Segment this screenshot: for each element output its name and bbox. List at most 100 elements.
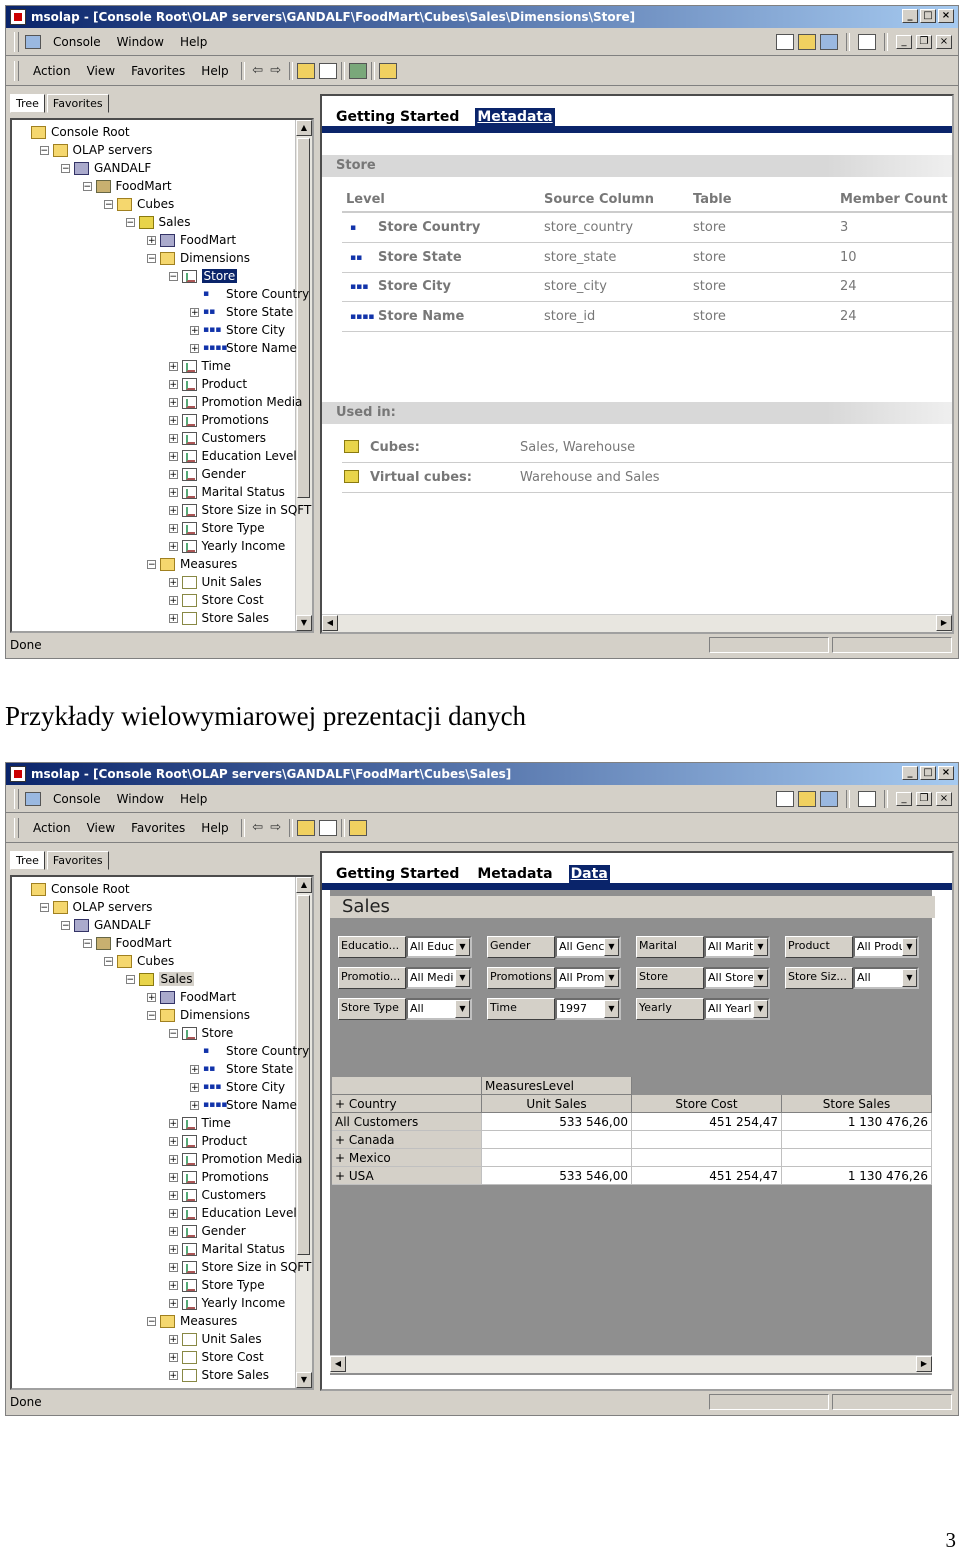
forward-arrow-icon[interactable]: ⇨ (267, 820, 285, 835)
tree-node[interactable]: + Store Sales (168, 609, 269, 627)
tree-node[interactable]: + Promotions (168, 1168, 269, 1186)
save-disk-icon[interactable] (820, 34, 838, 50)
scroll-up-button[interactable]: ▲ (296, 120, 312, 136)
expand-icon[interactable]: + (168, 577, 178, 587)
expand-icon[interactable]: + (168, 505, 178, 515)
expand-icon[interactable]: + (190, 343, 199, 353)
tree-node[interactable]: − Measures (147, 555, 237, 573)
menu-view[interactable]: View (79, 821, 123, 835)
tree-node[interactable]: − Cubes (104, 952, 174, 970)
expand-icon[interactable]: + (190, 1064, 199, 1074)
filter-dropdown[interactable]: All Produ ▼ (853, 936, 919, 958)
title-bar[interactable]: msolap - [Console Root\OLAP servers\GAND… (6, 763, 958, 785)
expand-icon[interactable]: + (168, 1136, 178, 1146)
tree-node[interactable]: + Store Type (168, 1276, 265, 1294)
tree-node[interactable]: + Store Cost (168, 1348, 264, 1366)
tree-node[interactable]: + Promotion Media (168, 393, 302, 411)
expand-icon[interactable]: + (168, 1208, 178, 1218)
tree-node[interactable]: − FoodMart (82, 934, 172, 952)
expand-icon[interactable]: + (168, 361, 178, 371)
tab-tree[interactable]: Tree (10, 851, 45, 870)
pivot-horizontal-scrollbar[interactable]: ◀ ▶ (330, 1355, 932, 1373)
expand-icon[interactable]: + (168, 451, 178, 461)
dropdown-arrow-icon[interactable]: ▼ (902, 938, 917, 956)
expand-icon[interactable]: + (168, 1298, 178, 1308)
minimize-button[interactable]: _ (902, 766, 918, 780)
tree-node[interactable]: − Dimensions (147, 1006, 250, 1024)
back-arrow-icon[interactable]: ⇦ (249, 820, 267, 835)
dropdown-arrow-icon[interactable]: ▼ (604, 938, 619, 956)
new-document-icon[interactable] (776, 34, 794, 50)
tree-node[interactable]: + ▪▪ Store State (190, 303, 293, 321)
dropdown-arrow-icon[interactable]: ▼ (604, 969, 619, 987)
dropdown-arrow-icon[interactable]: ▼ (455, 1000, 470, 1018)
tree-vertical-scrollbar[interactable]: ▲ ▼ (295, 120, 312, 631)
collapse-icon[interactable]: − (82, 181, 92, 191)
menu-favorites[interactable]: Favorites (123, 64, 193, 78)
collapse-icon[interactable]: − (82, 938, 92, 948)
filter-label[interactable]: Store Type (338, 998, 406, 1020)
dropdown-arrow-icon[interactable]: ▼ (455, 969, 470, 987)
scroll-left-button[interactable]: ◀ (322, 615, 338, 631)
tree-node[interactable]: − Store (168, 267, 238, 285)
collapse-icon[interactable]: − (147, 253, 156, 263)
maximize-button[interactable]: □ (920, 766, 936, 780)
filter-dropdown[interactable]: 1997 ▼ (555, 998, 621, 1020)
expand-icon[interactable]: + (168, 523, 178, 533)
expand-icon[interactable]: + (168, 1352, 178, 1362)
scroll-down-button[interactable]: ▼ (296, 615, 312, 631)
tree-node[interactable]: + ▪▪▪▪ Store Name (190, 339, 297, 357)
open-folder-icon[interactable] (798, 791, 816, 807)
filter-label[interactable]: Store (636, 967, 704, 989)
tree-node[interactable]: + Education Level (168, 447, 297, 465)
open-folder-icon[interactable] (798, 34, 816, 50)
collapse-icon[interactable]: − (61, 920, 70, 930)
help-topics-icon[interactable] (378, 62, 397, 79)
expand-icon[interactable]: + (168, 613, 178, 623)
collapse-icon[interactable]: − (61, 163, 70, 173)
dropdown-arrow-icon[interactable]: ▼ (902, 969, 917, 987)
filter-label[interactable]: Time (487, 998, 555, 1020)
tree-node[interactable]: − GANDALF (61, 159, 151, 177)
child-restore-button[interactable]: ❐ (916, 792, 932, 806)
child-minimize-button[interactable]: _ (896, 35, 912, 49)
tree-node[interactable]: + ▪▪▪▪ Store Name (190, 1096, 297, 1114)
tree-node[interactable]: + Time (168, 357, 231, 375)
filter-dropdown[interactable]: All Marit ▼ (704, 936, 770, 958)
scroll-right-button[interactable]: ▶ (916, 1356, 932, 1372)
dropdown-arrow-icon[interactable]: ▼ (753, 938, 768, 956)
filter-label[interactable]: Product (785, 936, 853, 958)
tree-node[interactable]: ▪ Store Country (190, 285, 309, 303)
title-bar[interactable]: msolap - [Console Root\OLAP servers\GAND… (6, 6, 958, 28)
filter-dropdown[interactable]: All ▼ (406, 998, 472, 1020)
collapse-icon[interactable]: − (147, 1010, 156, 1020)
expand-icon[interactable]: + (168, 1244, 178, 1254)
tree-node[interactable]: Console Root (18, 880, 130, 898)
show-hide-tree-icon[interactable] (318, 819, 337, 836)
child-close-button[interactable]: × (936, 35, 952, 49)
save-disk-icon[interactable] (820, 791, 838, 807)
minimize-button[interactable]: _ (902, 9, 918, 23)
tree-node[interactable]: + Product (168, 1132, 247, 1150)
tab-favorites[interactable]: Favorites (46, 851, 109, 870)
expand-icon[interactable]: + (190, 1082, 199, 1092)
child-restore-button[interactable]: ❐ (916, 35, 932, 49)
collapse-icon[interactable]: − (104, 956, 113, 966)
tree-node[interactable]: + Unit Sales (168, 1330, 262, 1348)
tree-node[interactable]: + Customers (168, 1186, 266, 1204)
filter-label[interactable]: Store Siz... (785, 967, 853, 989)
collapse-icon[interactable]: − (125, 217, 135, 227)
data-link[interactable]: Data (568, 865, 610, 883)
tree-node[interactable]: − OLAP servers (39, 141, 152, 159)
tree-node[interactable]: ▪ Store Country (190, 1042, 309, 1060)
menu-console[interactable]: Console (45, 792, 109, 806)
metadata-link[interactable]: Metadata (475, 865, 554, 883)
new-document-icon[interactable] (776, 791, 794, 807)
menu-action[interactable]: Action (25, 821, 79, 835)
expand-icon[interactable]: + (168, 487, 178, 497)
new-window-icon[interactable] (858, 791, 876, 807)
menu-help[interactable]: Help (172, 792, 215, 806)
collapse-icon[interactable]: − (147, 559, 156, 569)
scroll-up-button[interactable]: ▲ (296, 877, 312, 893)
menu-window[interactable]: Window (109, 792, 172, 806)
